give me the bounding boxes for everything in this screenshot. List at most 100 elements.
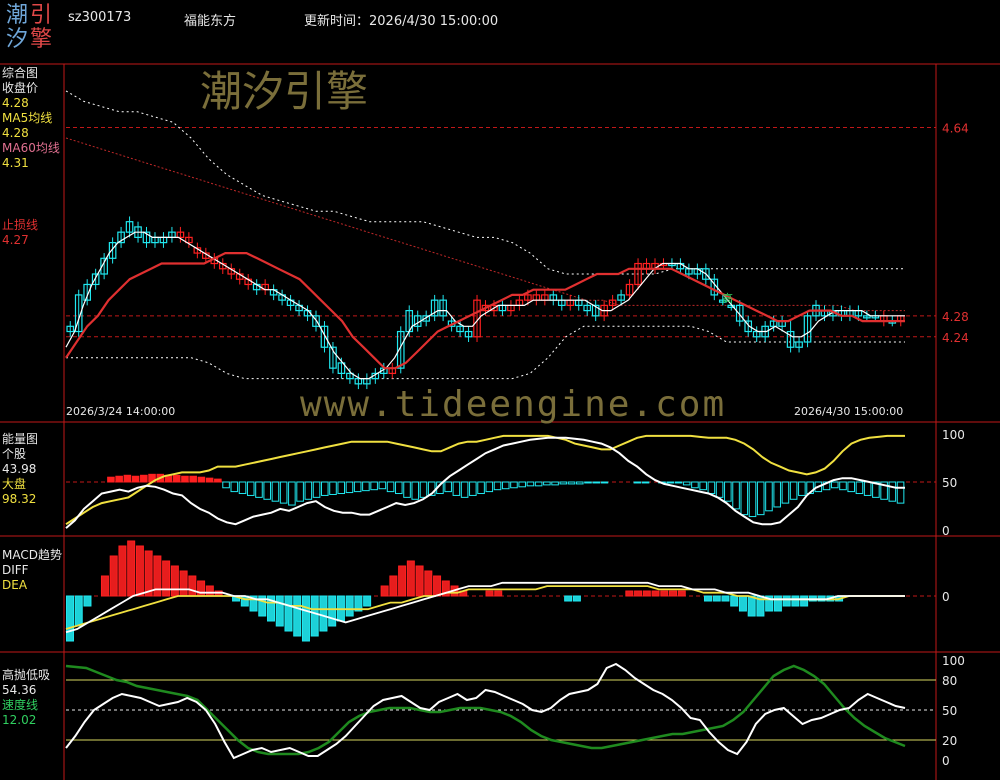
macd-bar: [83, 595, 92, 607]
macd-bar: [162, 560, 171, 597]
osc-tick: 80: [942, 674, 957, 688]
macd-bar: [135, 545, 144, 597]
energy-bar: [107, 476, 115, 483]
energy-bar: [320, 481, 329, 496]
energy-bar: [279, 481, 288, 504]
ma-long-line: [65, 137, 905, 312]
energy-bar: [238, 481, 247, 495]
macd-bar: [293, 595, 302, 637]
main-label-4: 4.28: [2, 126, 29, 140]
osc-panel-labels: 高抛低吸 54.36 速度线 12.02: [2, 668, 50, 728]
macd-bar: [703, 595, 712, 602]
osc-label-1: 54.36: [2, 683, 37, 697]
osc-tick: 100: [942, 654, 965, 668]
energy-bar: [551, 481, 559, 486]
energy-bar: [214, 478, 222, 483]
energy-bar: [888, 481, 897, 502]
osc-label-2: 速度线: [2, 698, 39, 712]
energy-bar: [674, 481, 683, 484]
macd-bar: [730, 595, 739, 607]
energy-bar: [575, 481, 584, 485]
energy-bar: [863, 481, 872, 496]
energy-bar: [839, 481, 847, 491]
energy-bar: [543, 481, 551, 486]
energy-bar: [592, 481, 601, 484]
macd-label-2: DEA: [2, 578, 28, 592]
energy-bar: [205, 477, 214, 483]
energy-bar: [510, 481, 518, 489]
macd-bar: [677, 590, 686, 597]
energy-bar: [715, 481, 724, 498]
osc-tick: 0: [942, 754, 950, 768]
energy-bar: [460, 481, 469, 498]
energy-bar: [123, 474, 132, 483]
energy-bar: [181, 475, 189, 483]
macd-bar: [389, 575, 398, 597]
date-end: 2026/4/30 15:00:00: [794, 405, 904, 418]
energy-bar: [682, 481, 691, 486]
stoploss-label-0: 止损线: [2, 218, 39, 232]
energy-label-4: 98.32: [2, 492, 37, 506]
energy-bar: [288, 481, 296, 506]
macd-bar: [363, 595, 372, 607]
macd-bar: [406, 560, 415, 597]
macd-bar: [721, 595, 730, 602]
macd-bar: [634, 590, 643, 597]
macd-bar: [625, 590, 634, 597]
watermark-logo-text: 潮汐引擎: [200, 67, 369, 116]
energy-bar: [172, 474, 181, 483]
macd-bar: [170, 565, 179, 597]
energy-bar: [312, 481, 321, 498]
energy-bar: [534, 481, 543, 487]
macd-bar: [127, 540, 136, 597]
energy-bar: [748, 481, 757, 518]
energy-bar: [798, 481, 806, 496]
macd-bar: [284, 595, 293, 632]
energy-label-0: 能量图: [2, 432, 39, 446]
energy-bar: [526, 481, 535, 487]
osc-tick: 50: [942, 704, 957, 718]
macd-bar: [301, 595, 310, 642]
energy-bar: [567, 481, 576, 485]
macd-label-0: MACD趋势: [2, 548, 62, 562]
macd-bar: [179, 570, 188, 597]
main-label-0: 综合图: [2, 66, 39, 80]
energy-bar: [559, 481, 568, 485]
macd-panel-labels: MACD趋势 DIFF DEA: [2, 548, 62, 593]
main-label-2: 4.28: [2, 96, 29, 110]
energy-bar: [337, 481, 346, 495]
macd-bar: [109, 555, 118, 597]
macd-bar: [791, 595, 800, 607]
macd-bar: [712, 595, 721, 602]
energy-bar: [362, 481, 370, 492]
stoploss-labels: 止损线 4.27: [2, 218, 38, 248]
macd-bar: [144, 550, 153, 597]
macd-bar: [74, 595, 83, 627]
energy-bar: [263, 481, 271, 500]
osc-label-3: 12.02: [2, 713, 37, 727]
main-label-6: 4.31: [2, 156, 29, 170]
energy-bar: [896, 481, 905, 504]
energy-bar: [329, 481, 337, 495]
energy-bar: [855, 481, 864, 495]
main-label-1: 收盘价: [2, 81, 39, 95]
energy-bar: [493, 481, 502, 491]
macd-bar: [188, 575, 197, 597]
energy-bar: [378, 481, 387, 490]
energy-bar: [732, 481, 740, 510]
price-tick: 4.64: [942, 122, 969, 136]
energy-bar: [222, 481, 230, 489]
energy-bar: [304, 481, 313, 500]
energy-tick: 50: [942, 476, 957, 490]
energy-bar: [255, 481, 263, 498]
energy-bar: [411, 481, 420, 500]
macd-bar: [319, 595, 328, 632]
energy-bar: [370, 481, 378, 491]
energy-tick: 0: [942, 524, 950, 538]
macd-bar: [485, 590, 494, 597]
macd-bar: [66, 595, 74, 642]
energy-bar: [197, 476, 206, 483]
energy-bar: [773, 481, 781, 508]
energy-bar: [830, 481, 839, 489]
energy-bar: [666, 481, 675, 484]
